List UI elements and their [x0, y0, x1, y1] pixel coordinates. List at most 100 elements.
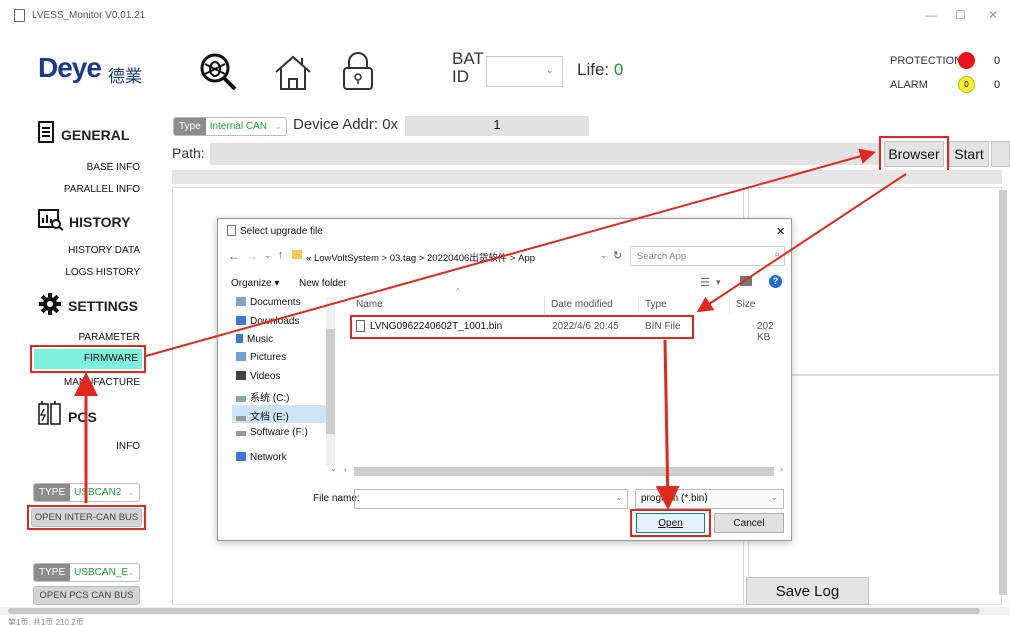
search-placeholder: Search App: [637, 251, 687, 262]
sidebar-item-parameter[interactable]: PARAMETER: [20, 332, 141, 343]
file-icon: [356, 320, 365, 332]
can2-type-dropdown[interactable]: TYPE USBCAN_E ⌄: [33, 563, 140, 582]
scroll-right-icon[interactable]: ›: [780, 464, 783, 474]
help-icon[interactable]: ?: [769, 275, 782, 288]
drive-icon: [236, 431, 246, 436]
organize-menu[interactable]: Organize ▾: [231, 278, 279, 289]
open-button[interactable]: Open: [636, 513, 705, 533]
path-chevron-icon[interactable]: ⌄: [600, 250, 608, 261]
nav-scrollbar[interactable]: [326, 329, 335, 434]
app-icon: [14, 9, 25, 22]
scroll-left-icon[interactable]: ‹: [344, 464, 347, 474]
search-icon: ⌕: [774, 249, 780, 260]
up-arrow-icon[interactable]: ↑: [278, 249, 284, 261]
nav-item-network[interactable]: Network: [236, 452, 287, 463]
dialog-close-button[interactable]: ✕: [776, 225, 785, 238]
breadcrumb-overflow[interactable]: «: [306, 253, 311, 264]
nav-item-music[interactable]: Music: [236, 334, 273, 345]
browser-button[interactable]: Browser: [884, 141, 944, 167]
breadcrumb-separator: >: [381, 253, 388, 264]
protection-label: PROTECTION: [890, 55, 963, 67]
open-inter-can-bus-button[interactable]: OPEN INTER-CAN BUS: [31, 508, 142, 527]
history-chart-icon: [38, 209, 64, 231]
column-type[interactable]: Type: [645, 299, 667, 310]
can2-type-value: USBCAN_E: [74, 567, 129, 578]
main-scrollbar[interactable]: [999, 190, 1007, 595]
file-name-label: File name:: [313, 493, 360, 504]
open-pcs-can-bus-button[interactable]: OPEN PCS CAN BUS: [33, 586, 140, 605]
dialog-title: Select upgrade file: [240, 226, 323, 237]
lock-icon[interactable]: [340, 50, 376, 92]
preview-pane-icon[interactable]: [740, 276, 752, 286]
nav-label: 系统 (C:): [250, 393, 290, 404]
view-options-icon[interactable]: ☰: [700, 276, 710, 289]
file-name-input[interactable]: ⌄: [354, 489, 628, 509]
new-folder-button[interactable]: New folder: [299, 278, 347, 289]
can2-type-label: TYPE: [34, 564, 71, 581]
close-button[interactable]: ✕: [988, 8, 998, 22]
column-divider: [544, 296, 545, 314]
scroll-down-chevron-icon[interactable]: ⌄: [330, 464, 337, 473]
chevron-down-icon: ⌄: [545, 65, 554, 76]
can1-type-dropdown[interactable]: TYPE USBCAN2 ⌄: [33, 483, 140, 502]
sidebar-item-logs-history[interactable]: LOGS HISTORY: [20, 267, 140, 278]
column-date-modified[interactable]: Date modified: [551, 299, 613, 310]
settings-title: SETTINGS: [68, 298, 139, 314]
nav-item-videos[interactable]: Videos: [236, 371, 280, 382]
stop-button[interactable]: [991, 141, 1010, 167]
column-name[interactable]: Name: [356, 299, 383, 310]
sidebar-item-firmware[interactable]: FIRMWARE: [34, 349, 142, 369]
cancel-button[interactable]: Cancel: [714, 513, 784, 533]
downloads-icon: [236, 316, 246, 325]
sidebar-item-info[interactable]: INFO: [20, 441, 140, 452]
debug-icon[interactable]: [197, 52, 241, 92]
file-row[interactable]: LVNG0962240602T_1001.bin 2022/4/6 20:45 …: [354, 319, 784, 343]
bat-id-dropdown[interactable]: ⌄: [486, 56, 563, 87]
nav-item-drive-e[interactable]: 文档 (E:): [232, 405, 334, 423]
refresh-icon[interactable]: ↻: [613, 249, 622, 262]
sidebar-item-parallel-info[interactable]: PARALLEL INFO: [20, 184, 140, 195]
drive-icon: [236, 396, 246, 402]
nav-item-pictures[interactable]: Pictures: [236, 352, 286, 363]
search-box[interactable]: Search App ⌕: [630, 246, 785, 266]
status-bar: 第1页, 共1页 210.2页: [8, 618, 84, 625]
main-type-dropdown[interactable]: Type Internal CAN ⌄: [173, 117, 287, 136]
chevron-down-icon: ⌄: [615, 492, 623, 502]
document-icon: [38, 121, 54, 143]
nav-item-drive-c[interactable]: 系统 (C:): [236, 389, 289, 404]
path-input[interactable]: [210, 143, 880, 165]
sort-chevron-up-icon: ^: [456, 287, 460, 296]
breadcrumb-tag[interactable]: 03.tag: [390, 253, 416, 264]
back-arrow-icon[interactable]: ←: [228, 249, 240, 263]
column-size[interactable]: Size: [736, 299, 755, 310]
sidebar-item-history-data[interactable]: HISTORY DATA: [20, 245, 140, 256]
breadcrumb-app[interactable]: App: [518, 253, 535, 264]
sidebar-item-base-info[interactable]: BASE INFO: [20, 162, 140, 173]
chevron-down-icon: ⌄: [127, 567, 135, 577]
path-label: Path:: [172, 145, 205, 161]
minimize-button[interactable]: —: [925, 8, 937, 22]
file-filter-dropdown[interactable]: program (*.bin) ⌄: [635, 489, 784, 509]
forward-arrow-icon[interactable]: →: [246, 249, 258, 263]
file-size: 202 KB: [757, 321, 774, 343]
nav-label: Downloads: [250, 316, 300, 327]
view-chevron-icon[interactable]: ▾: [716, 277, 721, 288]
logo-chinese: 德業: [108, 67, 142, 87]
bottom-scrollbar[interactable]: [8, 608, 980, 614]
home-icon[interactable]: [272, 52, 314, 92]
device-addr-input[interactable]: 1: [405, 116, 589, 136]
nav-item-drive-f[interactable]: Software (F:): [236, 427, 308, 438]
maximize-button[interactable]: ☐: [955, 8, 966, 22]
save-log-button[interactable]: Save Log: [746, 577, 869, 605]
breadcrumb-release[interactable]: 20220406出货软件: [427, 253, 507, 264]
life-display: Life: 0: [577, 60, 623, 80]
recent-chevron-icon[interactable]: ⌄: [264, 250, 272, 261]
start-button[interactable]: Start: [949, 141, 989, 167]
breadcrumb-separator: >: [509, 253, 516, 264]
nav-label: 文档 (E:): [250, 412, 289, 423]
file-list-hscrollbar[interactable]: [354, 467, 774, 476]
breadcrumb-lowvoltsystem[interactable]: LowVoltSystem: [314, 253, 379, 264]
nav-item-documents[interactable]: Documents: [236, 297, 301, 308]
sidebar-item-manufacture[interactable]: MANUFACTURE: [20, 377, 140, 388]
nav-item-downloads[interactable]: Downloads: [236, 316, 299, 327]
